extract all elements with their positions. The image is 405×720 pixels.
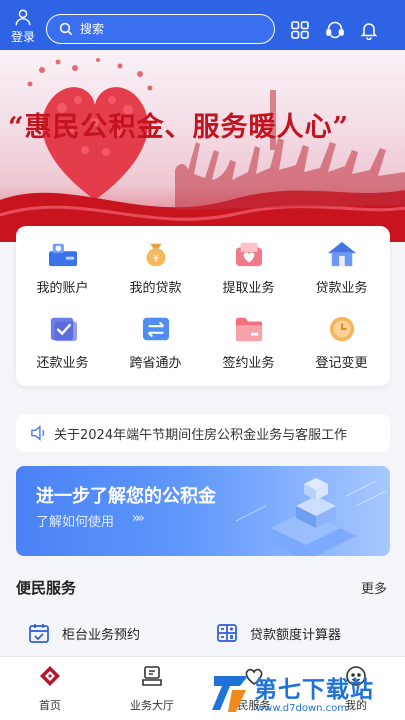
calendar-icon <box>29 624 49 643</box>
notice-bar[interactable]: 关于2024年端午节期间住房公积金业务与客服工作 <box>16 414 390 452</box>
grid-item-loan[interactable]: ¥ 我的贷款 <box>109 226 202 296</box>
nav-hall[interactable]: 业务大厅 <box>112 665 192 713</box>
nav-label: 业务大厅 <box>130 699 174 712</box>
nav-label: 首页 <box>39 699 61 712</box>
service-title: 便民服务 <box>16 579 77 597</box>
bell-icon[interactable] <box>358 19 380 41</box>
grid-item-account[interactable]: 我的账户 <box>16 226 109 296</box>
grid-item-register-change[interactable]: 登记变更 <box>295 301 388 371</box>
search-input[interactable] <box>80 22 250 36</box>
loan-bag-icon: ¥ <box>146 243 165 267</box>
more-link[interactable]: 更多 <box>361 578 387 597</box>
service-item-label: 贷款额度计算器 <box>250 627 342 643</box>
isometric-art <box>235 478 387 556</box>
search-box[interactable] <box>46 14 275 44</box>
customer-service-icon[interactable] <box>324 19 346 41</box>
login-button[interactable]: 登录 <box>8 8 38 45</box>
service-item-label: 柜台业务预约 <box>62 627 141 643</box>
svg-text:¥: ¥ <box>153 253 159 264</box>
grid-item-label: 还款业务 <box>36 356 89 371</box>
withdraw-icon <box>235 242 262 267</box>
watermark-title: 第七下载站 <box>254 677 374 703</box>
grid-item-label: 我的账户 <box>36 281 89 296</box>
apps-grid-icon[interactable] <box>289 19 311 41</box>
home-logo-icon <box>40 666 60 686</box>
service-item-counter-booking[interactable]: 柜台业务预约 <box>28 620 140 646</box>
grid-item-label: 登记变更 <box>315 356 368 371</box>
watermark: 第七下载站 www.d7down.com <box>210 666 400 720</box>
hall-icon <box>142 666 162 686</box>
promo-banner[interactable]: 进一步了解您的公积金 了解如何使用 »» <box>16 466 390 556</box>
header-bar: 登录 <box>0 0 405 50</box>
watermark-logo-icon <box>212 676 248 712</box>
login-label: 登录 <box>10 30 35 44</box>
banner-slogan: “惠民公积金、服务暖人心” <box>8 112 350 143</box>
banner-art <box>0 58 405 242</box>
speaker-icon <box>31 425 45 441</box>
search-icon <box>59 22 73 36</box>
grid-item-withdraw[interactable]: 提取业务 <box>202 226 295 296</box>
notice-text: 关于2024年端午节期间住房公积金业务与客服工作 <box>54 427 348 443</box>
service-item-loan-calculator[interactable]: 贷款额度计算器 <box>216 620 341 646</box>
grid-item-cross-province[interactable]: 跨省通办 <box>109 301 202 371</box>
grid-item-loan-business[interactable]: 贷款业务 <box>295 226 388 296</box>
watermark-url: www.d7down.com <box>256 703 348 714</box>
house-icon <box>327 241 356 267</box>
service-grid: 我的账户 ¥ 我的贷款 提取业务 贷款业务 还款业务 跨省通办 签约业务 登记变… <box>16 226 390 386</box>
cross-province-icon <box>142 317 169 341</box>
repay-icon <box>50 317 77 342</box>
clock-icon <box>329 316 354 342</box>
grid-item-contract[interactable]: 签约业务 <box>202 301 295 371</box>
grid-item-repay[interactable]: 还款业务 <box>16 301 109 371</box>
grid-item-label: 跨省通办 <box>129 356 182 371</box>
double-chevron-icon: »» <box>132 511 145 526</box>
promo-subtitle: 了解如何使用 <box>36 515 115 530</box>
grid-item-label: 提取业务 <box>222 281 275 296</box>
grid-item-label: 签约业务 <box>222 356 275 371</box>
account-icon <box>48 243 77 267</box>
banner[interactable]: “惠民公积金、服务暖人心” <box>0 50 405 242</box>
contract-folder-icon <box>235 317 262 342</box>
promo-title: 进一步了解您的公积金 <box>36 486 216 507</box>
user-icon <box>15 9 31 26</box>
nav-home[interactable]: 首页 <box>10 665 90 713</box>
grid-item-label: 我的贷款 <box>129 281 182 296</box>
grid-item-label: 贷款业务 <box>315 281 368 296</box>
calculator-icon <box>217 624 237 642</box>
